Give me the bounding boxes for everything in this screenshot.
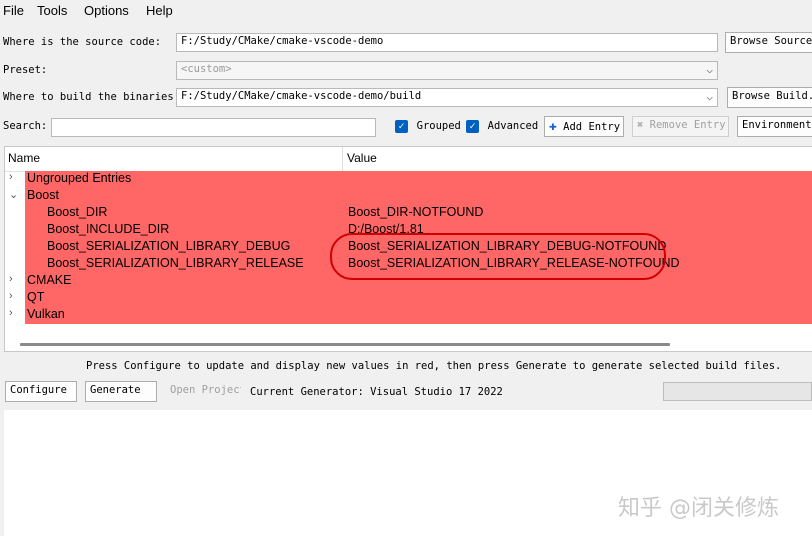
- row-name: Boost_INCLUDE_DIR: [47, 222, 170, 236]
- chevron-down-icon[interactable]: ⌄: [9, 188, 18, 201]
- hint-text: Press Configure to update and display ne…: [86, 360, 782, 372]
- table-row[interactable]: › Ungrouped Entries: [5, 171, 812, 188]
- generate-button[interactable]: Generate: [85, 381, 157, 402]
- chevron-down-icon: ⌵: [706, 90, 713, 103]
- menu-help[interactable]: Help: [146, 3, 173, 18]
- row-name: Vulkan: [27, 307, 65, 321]
- plus-icon: ✚: [549, 119, 557, 134]
- row-name: QT: [27, 290, 45, 304]
- search-label: Search:: [3, 120, 48, 132]
- table-header: Name Value: [5, 147, 812, 172]
- open-project-button[interactable]: Open Project: [165, 381, 242, 402]
- chevron-down-icon: ⌵: [706, 63, 713, 76]
- menu-bar: File Tools Options Help: [0, 0, 812, 21]
- search-input[interactable]: [51, 118, 376, 137]
- remove-icon: ✖: [637, 119, 644, 131]
- column-value-header[interactable]: Value: [347, 151, 377, 165]
- chevron-right-icon[interactable]: ›: [9, 273, 13, 285]
- row-name: Boost: [27, 188, 59, 202]
- browse-source-button[interactable]: Browse Source...: [725, 32, 812, 53]
- preset-select[interactable]: <custom> ⌵: [176, 61, 718, 80]
- preset-value: <custom>: [181, 63, 232, 75]
- browse-build-button[interactable]: Browse Build...: [727, 87, 812, 108]
- table-row[interactable]: › Vulkan: [5, 307, 812, 324]
- environment-button[interactable]: Environment...: [737, 116, 812, 137]
- checkmark-icon: ✓: [395, 120, 408, 133]
- row-value: Boost_DIR-NOTFOUND: [348, 205, 484, 219]
- chevron-right-icon[interactable]: ›: [9, 307, 13, 319]
- checkmark-icon: ✓: [466, 120, 479, 133]
- menu-options[interactable]: Options: [84, 3, 129, 18]
- current-generator-text: Current Generator: Visual Studio 17 2022: [250, 386, 503, 398]
- menu-file[interactable]: File: [3, 3, 24, 18]
- advanced-checkbox[interactable]: ✓ Advanced: [466, 119, 538, 133]
- table-row[interactable]: › QT: [5, 290, 812, 307]
- annotation-ellipse: [330, 233, 666, 280]
- remove-entry-label: Remove Entry: [649, 119, 726, 131]
- row-name: Boost_DIR: [47, 205, 108, 219]
- build-path-select[interactable]: F:/Study/CMake/cmake-vscode-demo/build ⌵: [176, 88, 718, 107]
- column-name-header[interactable]: Name: [8, 151, 40, 165]
- row-name: Boost_SERIALIZATION_LIBRARY_RELEASE: [47, 256, 304, 270]
- grouped-checkbox[interactable]: ✓ Grouped: [395, 119, 461, 133]
- add-entry-button[interactable]: ✚ Add Entry: [544, 116, 624, 137]
- watermark: 知乎 @闭关修炼: [618, 496, 779, 521]
- row-name: Boost_SERIALIZATION_LIBRARY_DEBUG: [47, 239, 291, 253]
- column-divider: [342, 147, 343, 171]
- advanced-label: Advanced: [487, 120, 539, 132]
- source-label: Where is the source code:: [3, 36, 162, 48]
- row-name: CMAKE: [27, 273, 72, 287]
- source-path-input[interactable]: F:/Study/CMake/cmake-vscode-demo: [176, 33, 718, 52]
- remove-entry-button[interactable]: ✖ Remove Entry: [632, 116, 729, 137]
- table-row[interactable]: Boost_DIR Boost_DIR-NOTFOUND: [5, 205, 812, 222]
- preset-label: Preset:: [3, 64, 48, 76]
- configure-button[interactable]: Configure: [5, 381, 77, 402]
- build-label: Where to build the binaries:: [3, 91, 181, 103]
- grouped-label: Grouped: [416, 120, 461, 132]
- menu-tools[interactable]: Tools: [37, 3, 67, 18]
- chevron-right-icon[interactable]: ›: [9, 171, 13, 183]
- horizontal-scrollbar[interactable]: [20, 343, 670, 346]
- table-row[interactable]: ⌄ Boost: [5, 188, 812, 205]
- build-path-value: F:/Study/CMake/cmake-vscode-demo/build: [181, 90, 422, 102]
- progress-bar: [663, 382, 812, 401]
- chevron-right-icon[interactable]: ›: [9, 290, 13, 302]
- row-name: Ungrouped Entries: [27, 171, 132, 185]
- add-entry-label: Add Entry: [563, 121, 621, 133]
